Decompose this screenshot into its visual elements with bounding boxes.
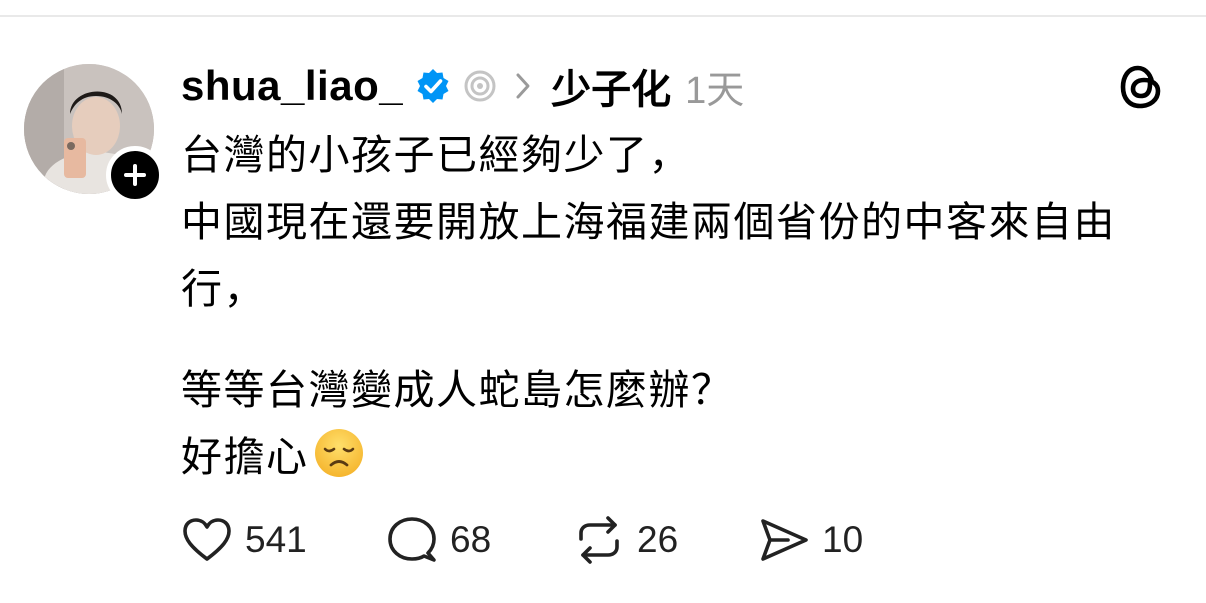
post-paragraph: 等等台灣變成人蛇島怎麼辦？ — [181, 367, 734, 413]
post-paragraph: 中國現在還要開放上海福建兩個省份的中客來自由行， — [181, 199, 1116, 312]
top-divider — [0, 15, 1206, 17]
post-body: 台灣的小孩子已經夠少了， 中國現在還要開放上海福建兩個省份的中客來自由行， 等等… — [181, 122, 1171, 499]
repost-button[interactable]: 26 — [573, 515, 758, 565]
post-paragraph: 台灣的小孩子已經夠少了， — [181, 132, 691, 178]
avatar-container[interactable] — [24, 64, 164, 204]
chevron-right-icon — [515, 72, 531, 100]
topic-tag[interactable]: 少子化 — [551, 57, 671, 115]
share-count: 10 — [822, 519, 864, 560]
post-paragraph: 好擔心 — [181, 434, 309, 480]
share-icon — [761, 519, 808, 561]
heart-icon — [183, 518, 231, 561]
disappointed-face-emoji — [313, 427, 365, 499]
action-bar: 541 68 26 10 — [181, 510, 863, 570]
repost-count: 26 — [637, 519, 679, 560]
threads-logo-icon[interactable] — [1118, 62, 1164, 117]
verified-badge-icon — [415, 68, 451, 104]
follow-plus-icon — [124, 164, 146, 186]
comment-icon — [388, 517, 436, 562]
follow-button[interactable] — [106, 146, 164, 204]
post-header: shua_liao_ 少子化 1天 — [181, 58, 744, 114]
reply-button[interactable]: 68 — [386, 515, 573, 565]
activity-ring-icon — [463, 69, 497, 103]
share-button[interactable]: 10 — [758, 516, 863, 564]
like-button[interactable]: 541 — [181, 517, 386, 563]
like-count: 541 — [245, 519, 307, 560]
post-timestamp: 1天 — [685, 69, 745, 112]
reply-count: 68 — [450, 519, 492, 560]
repost-icon — [579, 516, 619, 564]
username-link[interactable]: shua_liao_ — [181, 62, 403, 110]
post-last-line: 好擔心 — [181, 424, 1171, 499]
